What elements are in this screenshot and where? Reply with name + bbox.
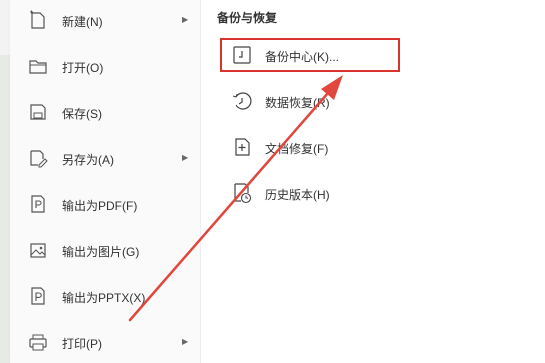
- data-recovery-item[interactable]: 数据恢复(R): [221, 83, 401, 119]
- menu-item-save-as[interactable]: 另存为(A) ▶: [10, 138, 200, 178]
- menu-label-save-as: 另存为(A): [62, 153, 114, 167]
- menu-item-export-pptx[interactable]: 输出为PPTX(X): [10, 276, 200, 316]
- menu-item-print[interactable]: 打印(P) ▶: [10, 322, 200, 362]
- menu-item-open[interactable]: 打开(O): [10, 46, 200, 86]
- doc-repair-icon: [231, 136, 253, 158]
- menu-item-save[interactable]: 保存(S): [10, 92, 200, 132]
- menu-label-export-image: 输出为图片(G): [62, 245, 140, 259]
- folder-icon: [28, 56, 48, 76]
- doc-repair-label: 文档修复(F): [265, 142, 329, 156]
- image-icon: [28, 240, 48, 260]
- save-as-icon: [28, 148, 48, 168]
- data-recovery-icon: [231, 90, 253, 112]
- menu-label-new: 新建(N): [62, 15, 103, 29]
- pdf-icon: [28, 194, 48, 214]
- menu-item-new[interactable]: 新建(N) ▶: [10, 0, 200, 40]
- submenu-arrow-icon: ▶: [182, 153, 189, 162]
- file-menu: 新建(N) ▶ 打开(O) 保存(S) 另存为(A) ▶ 输出为PDF(F) 输…: [10, 0, 200, 363]
- submenu-arrow-icon: ▶: [182, 337, 189, 346]
- panel-title: 备份与恢复: [217, 11, 278, 25]
- history-version-item[interactable]: 历史版本(H): [221, 175, 401, 211]
- new-file-icon: [28, 10, 48, 30]
- submenu-arrow-icon: ▶: [182, 15, 189, 24]
- print-icon: [28, 332, 48, 352]
- menu-label-open: 打开(O): [62, 61, 104, 75]
- menu-label-export-pptx: 输出为PPTX(X): [62, 291, 146, 305]
- history-version-icon: [231, 182, 253, 204]
- save-icon: [28, 102, 48, 122]
- data-recovery-label: 数据恢复(R): [265, 96, 330, 110]
- history-version-label: 历史版本(H): [265, 188, 330, 202]
- highlight-box: [220, 38, 400, 72]
- menu-label-print: 打印(P): [62, 337, 102, 351]
- pptx-icon: [28, 286, 48, 306]
- menu-item-export-image[interactable]: 输出为图片(G): [10, 230, 200, 270]
- menu-item-export-pdf[interactable]: 输出为PDF(F): [10, 184, 200, 224]
- doc-repair-item[interactable]: 文档修复(F): [221, 129, 401, 165]
- menu-label-export-pdf: 输出为PDF(F): [62, 199, 138, 213]
- menu-label-save: 保存(S): [62, 107, 102, 121]
